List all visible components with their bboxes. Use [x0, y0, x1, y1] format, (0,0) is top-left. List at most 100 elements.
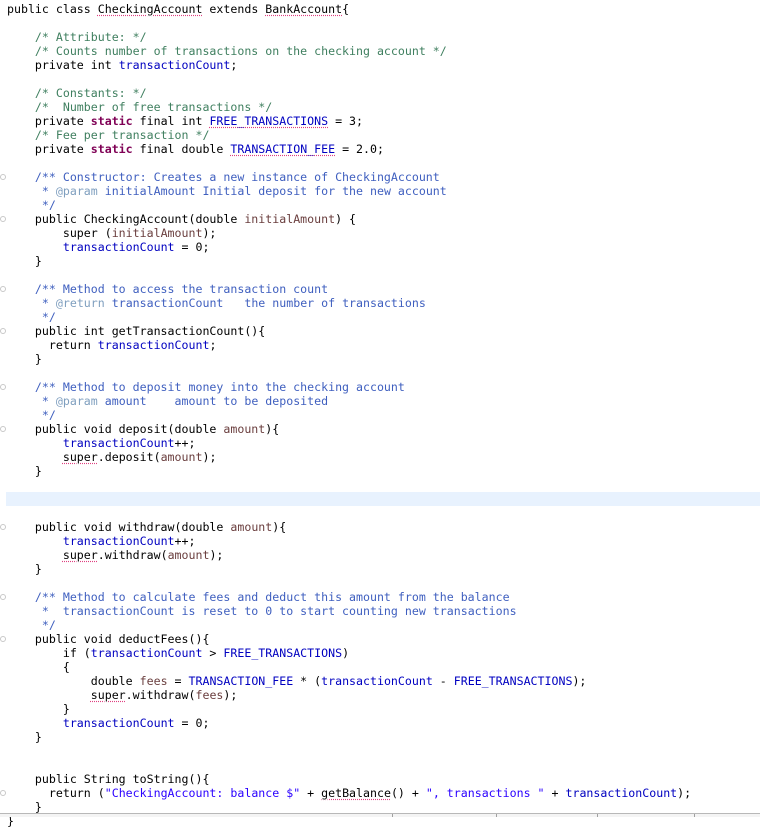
code-line[interactable]: */	[0, 408, 760, 422]
code-token: /* Fee per transaction */	[34, 128, 210, 142]
code-line[interactable]: /* Constants: */	[0, 86, 760, 100]
code-line[interactable]: /** Constructor: Creates a new instance …	[0, 170, 760, 184]
code-line[interactable]: }	[0, 464, 760, 478]
fold-collapse-icon[interactable]	[0, 328, 6, 334]
code-line[interactable]: }	[0, 254, 760, 268]
code-editor[interactable]: public class CheckingAccount extends Ban…	[0, 0, 760, 828]
code-line[interactable]: transactionCount = 0;	[0, 716, 760, 730]
code-token: }	[7, 730, 42, 744]
code-token: @param	[55, 184, 98, 198]
code-line[interactable]: /** Method to deposit money into the che…	[0, 380, 760, 394]
code-token: public class	[7, 2, 98, 16]
code-line[interactable]: private int transactionCount;	[0, 58, 760, 72]
code-line[interactable]: super.deposit(amount);	[0, 450, 760, 464]
code-token: = 3;	[328, 114, 364, 128]
code-token: amount	[167, 548, 210, 562]
code-line[interactable]: return ("CheckingAccount: balance $" + g…	[0, 786, 760, 800]
code-line[interactable]: double fees = TRANSACTION_FEE * (transac…	[0, 674, 760, 688]
code-line[interactable]: * @param initialAmount Initial deposit f…	[0, 184, 760, 198]
fold-collapse-icon[interactable]	[0, 790, 6, 796]
code-token: ++;	[174, 436, 196, 450]
code-token: public void withdraw(double	[7, 520, 231, 534]
code-line[interactable]: super.withdraw(fees);	[0, 688, 760, 702]
code-token: return (	[7, 786, 105, 800]
code-token: }	[7, 800, 42, 814]
code-line[interactable]	[0, 72, 760, 86]
code-line[interactable]: }	[0, 702, 760, 716]
code-line[interactable]	[0, 744, 760, 758]
code-line[interactable]: private static final int FREE_TRANSACTIO…	[0, 114, 760, 128]
code-line[interactable]: transactionCount++;	[0, 534, 760, 548]
code-token: }	[7, 464, 42, 478]
code-line[interactable]	[0, 506, 760, 520]
code-line[interactable]: * transactionCount is reset to 0 to star…	[0, 604, 760, 618]
fold-collapse-icon[interactable]	[0, 216, 6, 222]
code-line[interactable]	[0, 758, 760, 772]
code-line[interactable]: }	[0, 562, 760, 576]
code-line[interactable]: * @param amount amount to be deposited	[0, 394, 760, 408]
code-token: ", transactions "	[425, 786, 545, 800]
code-line[interactable]: {	[0, 660, 760, 674]
code-line[interactable]: */	[0, 198, 760, 212]
code-line[interactable]: }	[0, 730, 760, 744]
code-token: transactionCount	[62, 716, 175, 730]
code-line[interactable]: */	[0, 618, 760, 632]
fold-collapse-icon[interactable]	[0, 174, 6, 180]
code-line[interactable]: public void deductFees(){	[0, 632, 760, 646]
code-line[interactable]	[0, 156, 760, 170]
code-line[interactable]	[0, 366, 760, 380]
code-line[interactable]	[0, 478, 760, 492]
code-token: fees	[195, 688, 224, 702]
code-token: );	[677, 786, 692, 800]
code-token: /* Constants: */	[34, 86, 147, 100]
code-line[interactable]: }	[0, 800, 760, 814]
code-line[interactable]: }	[0, 352, 760, 366]
fold-collapse-icon[interactable]	[0, 426, 6, 432]
code-line[interactable]	[0, 16, 760, 30]
code-line[interactable]: super.withdraw(amount);	[0, 548, 760, 562]
code-line[interactable]: public void deposit(double amount){	[0, 422, 760, 436]
code-text: * @param initialAmount Initial deposit f…	[7, 184, 447, 198]
code-text: transactionCount++;	[7, 534, 196, 548]
code-token: );	[202, 450, 217, 464]
code-line[interactable]: /* Fee per transaction */	[0, 128, 760, 142]
fold-collapse-icon[interactable]	[0, 636, 6, 642]
code-line[interactable]: if (transactionCount > FREE_TRANSACTIONS…	[0, 646, 760, 660]
code-line[interactable]: /** Method to calculate fees and deduct …	[0, 590, 760, 604]
code-line[interactable]	[0, 268, 760, 282]
fold-collapse-icon[interactable]	[0, 384, 6, 390]
code-line[interactable]: private static final double TRANSACTION_…	[0, 142, 760, 156]
fold-collapse-icon[interactable]	[0, 524, 6, 530]
code-token: );	[202, 226, 217, 240]
code-token: ;	[230, 58, 238, 72]
fold-collapse-icon[interactable]	[0, 594, 6, 600]
code-line[interactable]: super (initialAmount);	[0, 226, 760, 240]
code-line[interactable]: transactionCount++;	[0, 436, 760, 450]
code-line[interactable]: public class CheckingAccount extends Ban…	[0, 2, 760, 16]
code-line[interactable]: public void withdraw(double amount){	[0, 520, 760, 534]
current-code-line[interactable]	[6, 492, 760, 506]
code-line[interactable]: */	[0, 310, 760, 324]
code-line[interactable]: * @return transactionCount the number of…	[0, 296, 760, 310]
code-line[interactable]: return transactionCount;	[0, 338, 760, 352]
code-line[interactable]: public int getTransactionCount(){	[0, 324, 760, 338]
code-line[interactable]: /* Number of free transactions */	[0, 100, 760, 114]
code-line[interactable]: transactionCount = 0;	[0, 240, 760, 254]
code-line[interactable]: /* Counts number of transactions on the …	[0, 44, 760, 58]
code-token: }	[7, 254, 42, 268]
code-line[interactable]: public String toString(){	[0, 772, 760, 786]
code-line[interactable]: /* Attribute: */	[0, 30, 760, 44]
code-line[interactable]: public CheckingAccount(double initialAmo…	[0, 212, 760, 226]
code-line[interactable]: /** Method to access the transaction cou…	[0, 282, 760, 296]
code-token: */	[41, 408, 56, 422]
code-line[interactable]	[0, 576, 760, 590]
fold-collapse-icon[interactable]	[0, 286, 6, 292]
code-token: final int	[132, 114, 210, 128]
